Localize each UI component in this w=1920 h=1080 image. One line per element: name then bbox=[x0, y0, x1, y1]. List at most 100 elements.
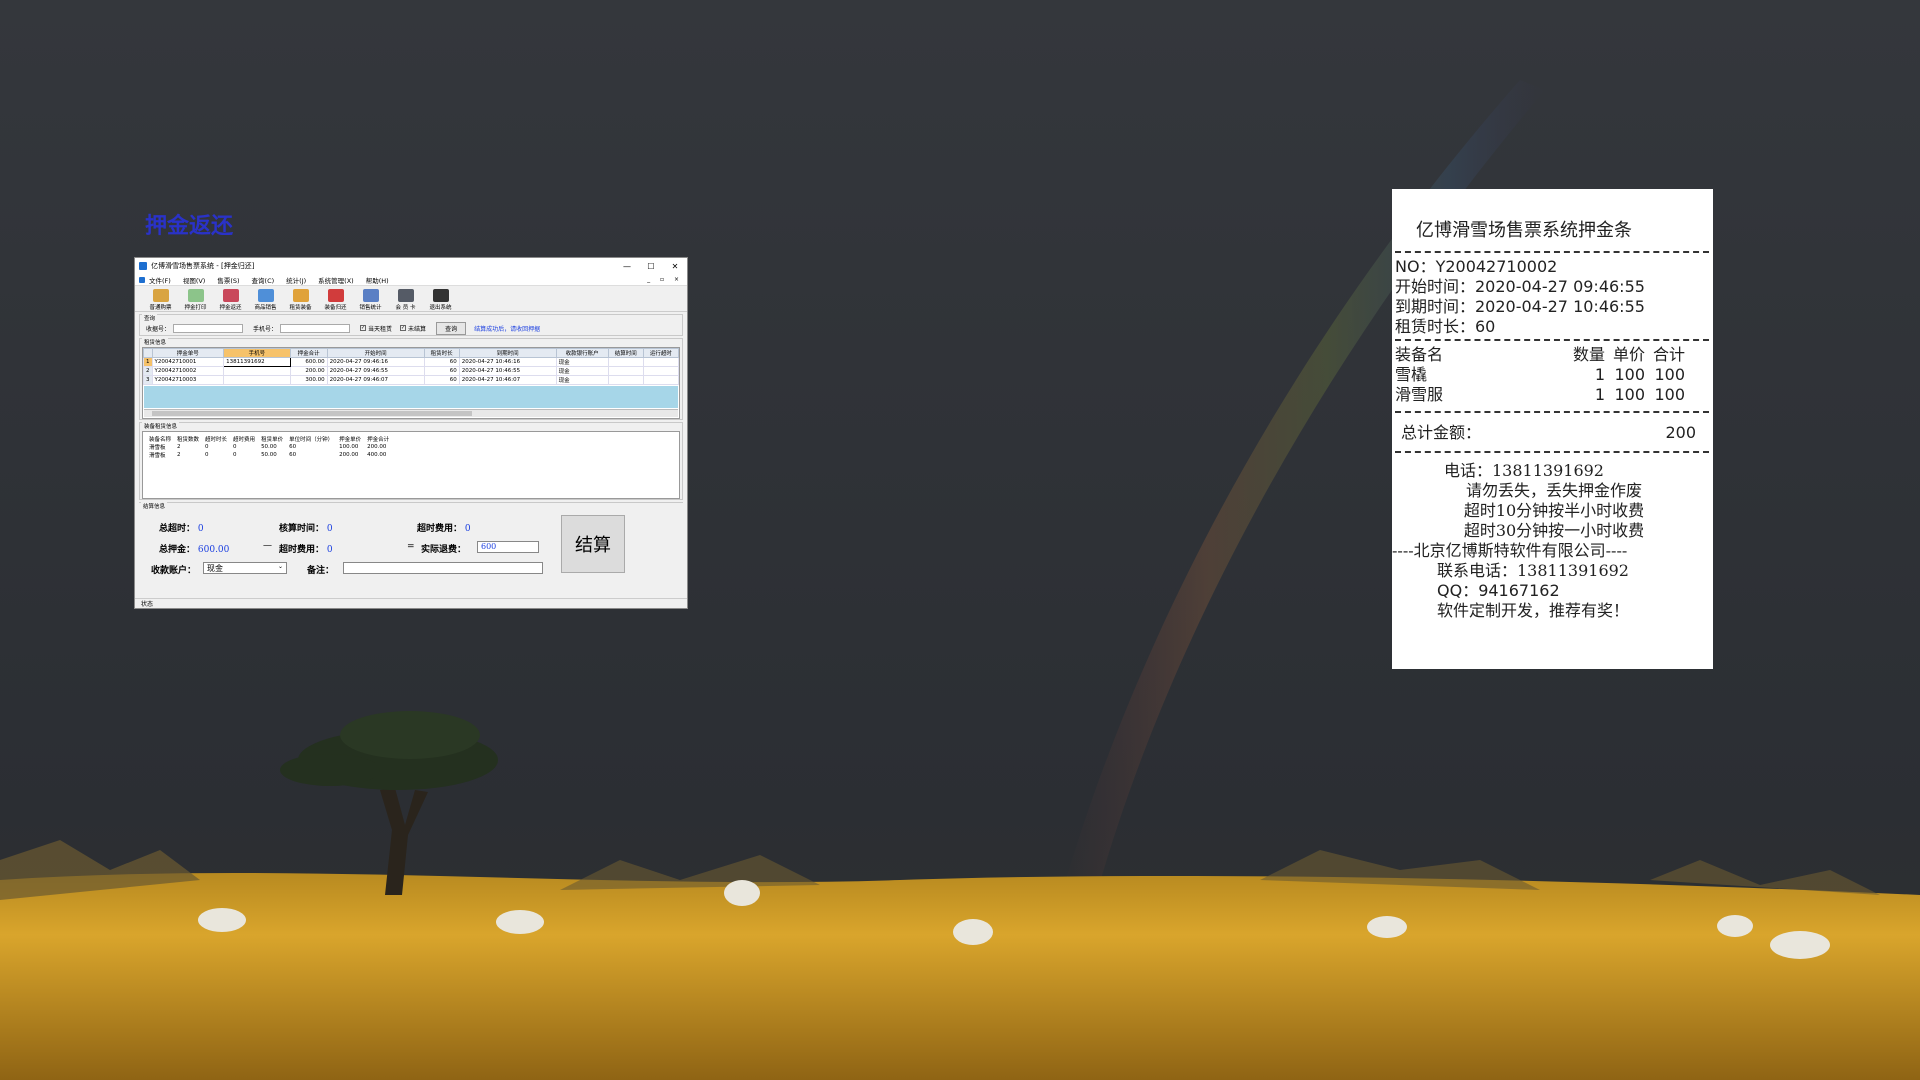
column-header[interactable]: 押金单号 bbox=[151, 348, 225, 358]
table-cell[interactable]: 2020-04-27 10:46:16 bbox=[458, 357, 557, 367]
status-bar: 状态 bbox=[135, 598, 687, 608]
menu-file[interactable]: 文件(F) bbox=[149, 275, 171, 285]
table-row[interactable]: 1 Y20042710001 13811391692 600.00 2020-04-27… bbox=[143, 357, 680, 367]
column-header[interactable]: 开始时间 bbox=[326, 348, 425, 358]
menu-ticket[interactable]: 售票(S) bbox=[217, 275, 239, 285]
table-cell[interactable]: 现金 bbox=[555, 375, 609, 385]
table-cell: 100.00 bbox=[339, 444, 359, 450]
refund-input[interactable]: 600 bbox=[477, 541, 539, 553]
table-cell[interactable] bbox=[223, 366, 291, 376]
table-cell[interactable]: 60 bbox=[423, 375, 460, 385]
scrollbar-thumb[interactable] bbox=[152, 411, 472, 416]
toolbar-button[interactable]: 装备归还 bbox=[318, 289, 353, 311]
divider bbox=[1395, 339, 1709, 341]
table-cell[interactable] bbox=[642, 375, 680, 385]
note-input[interactable] bbox=[343, 562, 543, 574]
mdi-controls[interactable]: _ ▫ × bbox=[647, 276, 687, 283]
mdi-icon bbox=[139, 276, 145, 283]
table-row[interactable]: 3 Y20042710003 300.00 2020-04-27 09:46:07 60… bbox=[143, 375, 680, 385]
table-cell[interactable] bbox=[642, 366, 680, 376]
table-cell[interactable]: 60 bbox=[423, 357, 460, 367]
unsettled-checkbox[interactable]: ✓ bbox=[400, 325, 407, 331]
row-number[interactable]: 3 bbox=[143, 375, 153, 385]
chevron-down-icon: ⌄ bbox=[277, 563, 283, 570]
toolbar-icon bbox=[362, 289, 379, 302]
minimize-button[interactable]: — bbox=[615, 262, 639, 271]
lease-group-title: 租赁信息 bbox=[142, 338, 169, 346]
toolbar-button[interactable]: 押金打印 bbox=[178, 289, 213, 311]
column-header[interactable]: 收款银行账户 bbox=[555, 348, 609, 358]
table-cell[interactable] bbox=[607, 357, 644, 367]
today-checkbox[interactable]: ✓ bbox=[360, 325, 367, 331]
table-cell[interactable]: 2020-04-27 09:46:16 bbox=[326, 357, 425, 367]
equip-grid[interactable]: 装备名称 租赁数数 超时时长 超时费用 租赁单价 单位时间（分钟） 押金单价 押金合计 滑雪板… bbox=[142, 431, 680, 499]
table-cell[interactable]: 2020-04-27 10:46:07 bbox=[458, 375, 557, 385]
close-button[interactable]: ✕ bbox=[663, 262, 687, 271]
calculate-button[interactable]: 结算 bbox=[561, 515, 625, 573]
overtime-fee-label: 超时费用： bbox=[417, 524, 463, 534]
toolbar-button[interactable]: 退出系统 bbox=[423, 289, 458, 311]
column-header[interactable]: 租赁时长 bbox=[423, 348, 460, 358]
deposit-value: 600.00 bbox=[197, 545, 230, 555]
toolbar-icon bbox=[327, 289, 344, 302]
menu-system[interactable]: 系统管理(X) bbox=[318, 275, 354, 285]
table-cell[interactable] bbox=[607, 366, 644, 376]
column-header[interactable]: 结算时间 bbox=[607, 348, 644, 358]
table-cell[interactable] bbox=[607, 375, 644, 385]
menu-query[interactable]: 查询(C) bbox=[252, 275, 275, 285]
phone-input[interactable] bbox=[280, 323, 351, 333]
item-name: 滑雪服 bbox=[1395, 385, 1444, 404]
receipt-qq: QQ：94167162 bbox=[1437, 581, 1560, 600]
receipt-input[interactable] bbox=[173, 323, 244, 333]
table-row[interactable]: 滑雪板 2 0 0 50.00 60 100.00 200.00 bbox=[146, 443, 392, 451]
refund-label: 实际退费： bbox=[421, 545, 467, 555]
toolbar-button[interactable]: 租赁装备 bbox=[283, 289, 318, 311]
column-header: 装备名称 bbox=[149, 437, 172, 443]
row-number[interactable]: 1 bbox=[143, 357, 153, 367]
maximize-button[interactable]: ☐ bbox=[639, 262, 663, 271]
table-cell[interactable]: 现金 bbox=[555, 357, 609, 367]
menu-stats[interactable]: 统计(J) bbox=[286, 275, 306, 285]
deposit-label: 总押金： bbox=[159, 545, 196, 555]
overtime-fee-value: 0 bbox=[464, 524, 471, 534]
toolbar-button[interactable]: 普通购票 bbox=[143, 289, 178, 311]
account-select[interactable]: 现金 ⌄ bbox=[203, 562, 287, 574]
table-cell[interactable]: 300.00 bbox=[289, 375, 328, 385]
table-cell[interactable] bbox=[223, 375, 291, 385]
table-cell: 0 bbox=[233, 444, 237, 450]
toolbar-label: 租赁装备 bbox=[289, 305, 312, 311]
toolbar-button[interactable]: 销售统计 bbox=[353, 289, 388, 311]
toolbar-button[interactable]: 商品销售 bbox=[248, 289, 283, 311]
table-cell[interactable]: 2020-04-27 09:46:55 bbox=[326, 366, 425, 376]
menu-view[interactable]: 视图(V) bbox=[183, 275, 206, 285]
table-cell[interactable]: 13811391692 bbox=[223, 357, 291, 367]
toolbar-button[interactable]: 会 员 卡 bbox=[388, 289, 423, 311]
table-row[interactable]: 2 Y20042710002 200.00 2020-04-27 09:46:55 60… bbox=[143, 366, 680, 376]
table-cell: 0 bbox=[205, 452, 209, 458]
table-cell[interactable]: 2020-04-27 10:46:55 bbox=[458, 366, 557, 376]
row-number[interactable]: 2 bbox=[143, 366, 153, 376]
column-header[interactable]: 到期时间 bbox=[458, 348, 557, 358]
toolbar-button[interactable]: 押金返还 bbox=[213, 289, 248, 311]
query-button[interactable]: 查询 bbox=[436, 321, 467, 335]
column-header[interactable]: 运行超时 bbox=[642, 348, 680, 358]
table-cell[interactable] bbox=[642, 357, 680, 367]
lease-grid[interactable]: 押金单号 手机号 押金合计 开始时间 租赁时长 到期时间 收款银行账户 结算时间 运行超时 1Y… bbox=[142, 347, 680, 419]
table-cell[interactable]: 现金 bbox=[555, 366, 609, 376]
column-header[interactable]: 手机号 bbox=[223, 348, 291, 358]
receipt-item: 滑雪服 1 100 100 bbox=[1395, 385, 1713, 405]
table-row[interactable]: 滑雪板 2 0 0 50.00 60 200.00 400.00 bbox=[146, 451, 392, 459]
receipt-notice1: 请勿丢失，丢失押金作废 bbox=[1465, 481, 1642, 500]
table-cell[interactable]: 60 bbox=[423, 366, 460, 376]
menu-help[interactable]: 帮助(H) bbox=[366, 275, 389, 285]
table-cell[interactable]: 2020-04-27 09:46:07 bbox=[326, 375, 425, 385]
table-cell[interactable]: Y20042710002 bbox=[151, 366, 225, 376]
item-name: 雪橇 bbox=[1395, 365, 1428, 384]
account-value: 现金 bbox=[207, 564, 223, 573]
table-cell[interactable]: Y20042710003 bbox=[151, 375, 225, 385]
column-header[interactable]: 押金合计 bbox=[289, 348, 328, 358]
horizontal-scrollbar[interactable] bbox=[144, 409, 678, 417]
table-cell[interactable]: 200.00 bbox=[289, 366, 328, 376]
table-cell[interactable]: 600.00 bbox=[289, 357, 328, 367]
table-cell[interactable]: Y20042710001 bbox=[151, 357, 225, 367]
